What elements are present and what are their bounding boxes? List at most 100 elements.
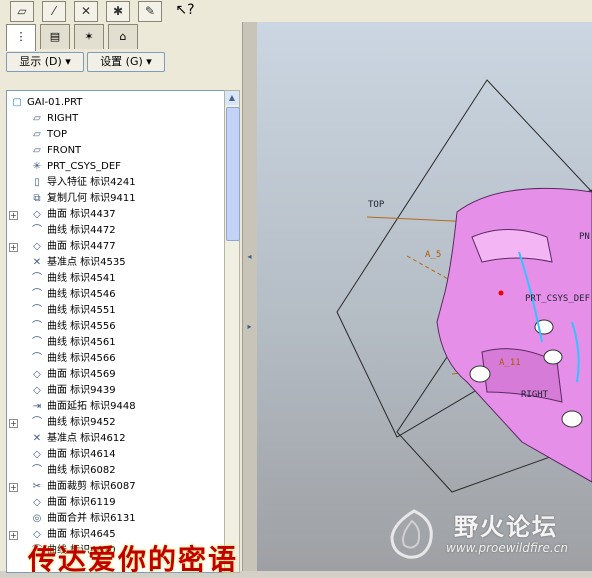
- expand-icon[interactable]: +: [9, 243, 18, 252]
- copy-geometry-icon: ⧉: [33, 193, 41, 204]
- video-subtitle: 传达爱你的密语: [28, 543, 239, 576]
- tree-item-label: 曲面 标识4569: [47, 369, 116, 380]
- hole-4: [561, 410, 583, 428]
- part-icon: ▢: [12, 97, 22, 108]
- watermark-logo: 野火论坛 www.proewildfire.cn: [380, 505, 590, 567]
- model-tree[interactable]: ▢ GAI-01.PRT ▱ RIGHT ▱ TOP ▱ FRONT ✳ PRT_CSYS_D…: [6, 90, 226, 573]
- tree-item[interactable]: ✕ 基准点 标识4612: [7, 431, 225, 447]
- tree-item[interactable]: ⌒ 曲线 标识4566: [7, 351, 225, 367]
- logo-url: www.proewildfire.cn: [446, 541, 568, 555]
- tree-item[interactable]: ⧉ 复制几何 标识9411: [7, 191, 225, 207]
- hole-3: [469, 365, 491, 383]
- csys-display-icon[interactable]: ✱: [106, 1, 130, 22]
- annotation-display-icon[interactable]: ✎: [138, 1, 162, 22]
- favorites-tab-icon[interactable]: ✶: [74, 24, 104, 49]
- tree-item-label: 曲面 标识6119: [47, 497, 116, 508]
- csys-origin: [498, 290, 504, 296]
- tree-item[interactable]: ⌒ 曲线 标识4561: [7, 335, 225, 351]
- tree-item[interactable]: ⌒ 曲线 标识4551: [7, 303, 225, 319]
- tree-item-label: FRONT: [47, 145, 82, 156]
- tree-item[interactable]: ◇ 曲面 标识6119: [7, 495, 225, 511]
- folder-browser-tab-icon[interactable]: ▤: [40, 24, 70, 49]
- scroll-up-icon[interactable]: ▲: [225, 91, 239, 105]
- tree-item[interactable]: ▯ 导入特征 标识4241: [7, 175, 225, 191]
- curve-icon: ⌒: [32, 289, 42, 300]
- tree-item-label: 基准点 标识4612: [47, 433, 126, 444]
- display-menu-button[interactable]: 显示 (D) ▾: [6, 52, 84, 72]
- surface-icon: ◇: [33, 209, 41, 220]
- trim-icon: ✂: [32, 481, 42, 492]
- model-face: [471, 229, 553, 263]
- model-tree-tab-icon[interactable]: ⋮: [6, 24, 36, 51]
- connections-tab-icon[interactable]: ⌂: [108, 24, 138, 49]
- tree-item-label: RIGHT: [47, 113, 79, 124]
- whats-this-help-icon[interactable]: ↖?: [174, 0, 196, 20]
- plane-label-top: TOP: [368, 200, 385, 210]
- top-toolbar: ▱ ⁄ ✕ ✱ ✎ ↖?: [0, 0, 592, 23]
- point-display-icon[interactable]: ✕: [74, 1, 98, 22]
- csys-label: PRT_CSYS_DEF: [525, 294, 591, 304]
- panel-splitter[interactable]: ◂ ▸: [242, 22, 258, 571]
- datum-point-icon: ✕: [32, 257, 42, 268]
- settings-menu-button[interactable]: 设置 (G) ▾: [87, 52, 165, 72]
- tree-item[interactable]: ⌒ 曲线 标识4541: [7, 271, 225, 287]
- tree-menus: 显示 (D) ▾ 设置 (G) ▾: [6, 52, 240, 72]
- datum-plane-display-icon[interactable]: ▱: [10, 1, 34, 22]
- tree-item[interactable]: ▱ TOP: [7, 127, 225, 143]
- curve-icon: ⌒: [32, 417, 42, 428]
- tree-item[interactable]: ⌒ 曲线 标识4472: [7, 223, 225, 239]
- surface-icon: ◇: [33, 385, 41, 396]
- plane-label-right: RIGHT: [521, 390, 549, 400]
- tree-item-label: 曲线 标识4561: [47, 337, 116, 348]
- tree-item[interactable]: + ⌒ 曲线 标识9452: [7, 415, 225, 431]
- tree-item-label: 曲面 标识4437: [47, 209, 116, 220]
- scroll-thumb[interactable]: [226, 107, 240, 241]
- graphics-window[interactable]: TOP RIGHT A_5 A_11 PRT_CSYS_DEF PN: [257, 22, 592, 571]
- tree-root[interactable]: ▢ GAI-01.PRT: [7, 95, 225, 111]
- tree-item[interactable]: ◇ 曲面 标识4569: [7, 367, 225, 383]
- expand-icon[interactable]: +: [9, 419, 18, 428]
- curve-icon: ⌒: [32, 353, 42, 364]
- tree-item-label: 曲面 标识4614: [47, 449, 116, 460]
- datum-point-icon: ✕: [32, 433, 42, 444]
- tree-item[interactable]: ⌒ 曲线 标识4546: [7, 287, 225, 303]
- tree-item[interactable]: + ◇ 曲面 标识4437: [7, 207, 225, 223]
- collapse-left-icon[interactable]: ◂: [245, 250, 254, 264]
- surface-icon: ◇: [33, 497, 41, 508]
- import-feature-icon: ▯: [34, 177, 40, 188]
- expand-icon[interactable]: +: [9, 211, 18, 220]
- tree-item[interactable]: + ◇ 曲面 标识4477: [7, 239, 225, 255]
- tree-item-label: TOP: [47, 129, 68, 140]
- expand-icon[interactable]: +: [9, 531, 18, 540]
- tree-item[interactable]: ✳ PRT_CSYS_DEF: [7, 159, 225, 175]
- expand-icon[interactable]: +: [9, 483, 18, 492]
- tree-scrollbar[interactable]: ▲: [224, 90, 240, 573]
- axis-label-a5: A_5: [425, 250, 442, 260]
- tree-item[interactable]: ⌒ 曲线 标识6082: [7, 463, 225, 479]
- tree-item[interactable]: ▱ RIGHT: [7, 111, 225, 127]
- expand-right-icon[interactable]: ▸: [245, 320, 254, 334]
- tree-item[interactable]: ⌒ 曲线 标识4556: [7, 319, 225, 335]
- curve-icon: ⌒: [32, 465, 42, 476]
- navigator-panel: ⋮ ▤ ✶ ⌂ 显示 (D) ▾ 设置 (G) ▾ ▢ GAI-01.PRT ▱…: [0, 22, 242, 573]
- tree-item[interactable]: + ✂ 曲面裁剪 标识6087: [7, 479, 225, 495]
- tree-item[interactable]: ◇ 曲面 标识9439: [7, 383, 225, 399]
- logo-title: 野火论坛: [454, 512, 558, 541]
- tree-item[interactable]: ◇ 曲面 标识4614: [7, 447, 225, 463]
- tree-item-label: 曲面 标识9439: [47, 385, 116, 396]
- tree-item[interactable]: ✕ 基准点 标识4535: [7, 255, 225, 271]
- csys-icon: ✳: [32, 161, 42, 172]
- tree-item-label: 复制几何 标识9411: [47, 193, 136, 204]
- datum-axis-display-icon[interactable]: ⁄: [42, 1, 66, 22]
- curve-icon: ⌒: [32, 305, 42, 316]
- tree-item[interactable]: ▱ FRONT: [7, 143, 225, 159]
- curve-icon: ⌒: [32, 337, 42, 348]
- curve-icon: ⌒: [32, 321, 42, 332]
- datum-plane-icon: ▱: [33, 145, 41, 156]
- tree-item-label: 曲线 标识4566: [47, 353, 116, 364]
- tree-item[interactable]: ⇥ 曲面延拓 标识9448: [7, 399, 225, 415]
- tree-item-label: 导入特征 标识4241: [47, 177, 136, 188]
- axis-label-a11: A_11: [499, 358, 521, 368]
- tree-item-label: 曲面合并 标识6131: [47, 513, 136, 524]
- tree-item[interactable]: ◎ 曲面合并 标识6131: [7, 511, 225, 527]
